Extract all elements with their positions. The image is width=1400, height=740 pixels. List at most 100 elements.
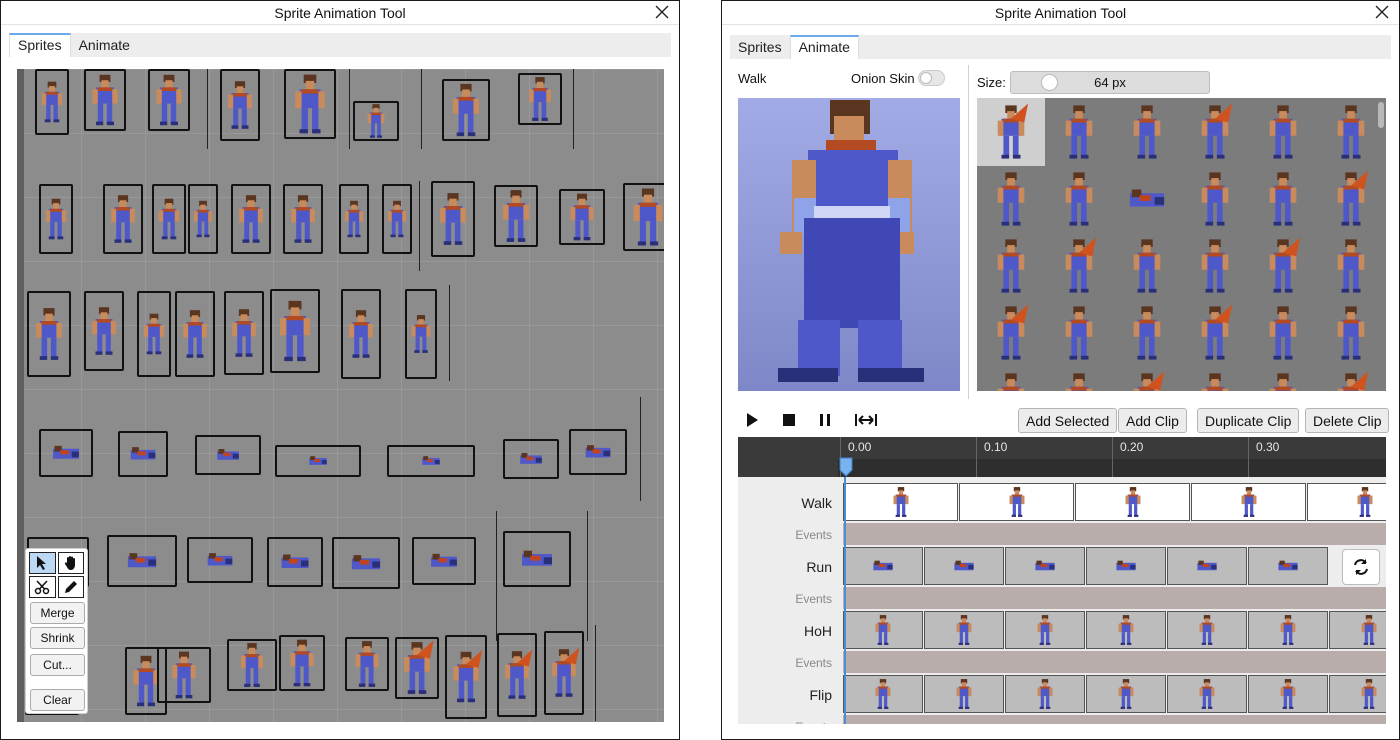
sprite-grid-cell[interactable]: [1249, 165, 1317, 233]
sprite-frame[interactable]: [188, 184, 218, 254]
events-row[interactable]: [843, 587, 1386, 609]
keyframe-clip[interactable]: [1005, 547, 1085, 585]
sprite-frame[interactable]: [353, 101, 399, 141]
keyframe-clip[interactable]: [1248, 547, 1328, 585]
sprite-grid[interactable]: [977, 98, 1386, 391]
sprite-frame[interactable]: [503, 439, 559, 479]
merge-button[interactable]: Merge: [30, 602, 85, 624]
tab-sprites[interactable]: Sprites: [730, 35, 790, 59]
keyframe-clip[interactable]: [1191, 483, 1306, 521]
sprite-grid-cell[interactable]: [1317, 165, 1385, 233]
sprite-frame[interactable]: [494, 185, 538, 247]
pause-button[interactable]: [813, 408, 837, 432]
size-slider[interactable]: 64 px: [1010, 71, 1210, 94]
duplicate-clip-button[interactable]: Duplicate Clip: [1197, 408, 1300, 433]
sprite-frame[interactable]: [270, 289, 320, 373]
sprite-frame[interactable]: [187, 537, 253, 583]
sprite-grid-cell[interactable]: [1249, 299, 1317, 367]
loop-toggle-button[interactable]: [1342, 549, 1380, 585]
timeline-ruler[interactable]: 0.00 0.10 0.20 0.30: [738, 437, 1386, 477]
sprite-frame[interactable]: [84, 69, 126, 131]
sprite-frame[interactable]: [275, 445, 361, 477]
sprite-grid-cell[interactable]: [1181, 98, 1249, 166]
events-row[interactable]: [843, 523, 1386, 545]
keyframe-clip[interactable]: [959, 483, 1074, 521]
playhead-marker-icon[interactable]: [839, 457, 853, 477]
sprite-grid-cell[interactable]: [1317, 98, 1385, 166]
keyframe-clip[interactable]: [843, 547, 923, 585]
sprite-grid-cell[interactable]: [1181, 232, 1249, 300]
keyframe-clip[interactable]: [1075, 483, 1190, 521]
keyframe-clip[interactable]: [1167, 611, 1247, 649]
sprite-frame[interactable]: [39, 429, 93, 477]
sprite-frame[interactable]: [267, 537, 323, 587]
tab-sprites[interactable]: Sprites: [9, 33, 71, 57]
sprite-grid-cell[interactable]: [1317, 299, 1385, 367]
sprite-frame[interactable]: [345, 637, 389, 691]
events-row[interactable]: [843, 651, 1386, 673]
cut-tool-button[interactable]: [29, 576, 56, 598]
pan-tool-button[interactable]: [57, 552, 84, 574]
add-clip-button[interactable]: Add Clip: [1118, 408, 1187, 433]
sprite-grid-cell[interactable]: [1113, 299, 1181, 367]
keyframe-clip[interactable]: [1005, 611, 1085, 649]
keyframe-clip[interactable]: [924, 611, 1004, 649]
close-icon[interactable]: [653, 3, 671, 21]
slider-thumb[interactable]: [1041, 74, 1058, 91]
sprite-grid-cell[interactable]: [977, 299, 1045, 367]
events-row[interactable]: [843, 715, 1386, 724]
sprite-grid-cell[interactable]: [1113, 366, 1181, 391]
sprite-grid-cell[interactable]: [977, 232, 1045, 300]
shrink-button[interactable]: Shrink: [30, 627, 85, 649]
sprite-grid-scrollbar[interactable]: [1378, 102, 1384, 128]
sprite-grid-cell[interactable]: [1113, 232, 1181, 300]
clear-button[interactable]: Clear: [30, 689, 85, 711]
sprite-frame[interactable]: [35, 69, 69, 135]
sprite-grid-cell[interactable]: [1317, 366, 1385, 391]
sprite-frame[interactable]: [84, 291, 124, 371]
delete-clip-button[interactable]: Delete Clip: [1305, 408, 1390, 433]
sprite-frame[interactable]: [445, 635, 487, 719]
sprite-frame[interactable]: [195, 435, 261, 475]
keyframe-clip[interactable]: [1167, 547, 1247, 585]
sprite-frame[interactable]: [332, 537, 400, 589]
sprite-frame[interactable]: [387, 445, 475, 477]
sprite-frame[interactable]: [152, 184, 186, 254]
sprite-grid-cell[interactable]: [1249, 98, 1317, 166]
sprite-frame[interactable]: [412, 537, 476, 585]
sprite-frame[interactable]: [227, 639, 277, 691]
keyframe-clip[interactable]: [1329, 675, 1386, 713]
keyframe-clip[interactable]: [1086, 611, 1166, 649]
close-icon[interactable]: [1373, 3, 1391, 21]
tab-animate[interactable]: Animate: [789, 35, 859, 59]
play-button[interactable]: [740, 408, 764, 432]
sprite-grid-cell[interactable]: [1045, 299, 1113, 367]
add-selected-button[interactable]: Add Selected: [1018, 408, 1118, 433]
sprite-grid-cell[interactable]: [977, 366, 1045, 391]
sprite-frame[interactable]: [559, 189, 605, 245]
sprite-sheet-canvas[interactable]: [17, 69, 664, 722]
sprite-grid-cell[interactable]: [1181, 366, 1249, 391]
keyframe-clip[interactable]: [1307, 483, 1386, 521]
sprite-grid-cell[interactable]: [977, 98, 1045, 166]
keyframe-clip[interactable]: [924, 675, 1004, 713]
sprite-grid-cell[interactable]: [977, 165, 1045, 233]
sprite-frame[interactable]: [442, 79, 490, 141]
sprite-frame[interactable]: [623, 183, 664, 251]
sprite-frame[interactable]: [137, 291, 171, 377]
sprite-grid-cell[interactable]: [1045, 98, 1113, 166]
timeline[interactable]: 0.00 0.10 0.20 0.30 Walk Events Run Events HoH E…: [738, 437, 1386, 724]
sprite-frame[interactable]: [503, 531, 571, 587]
keyframe-clip[interactable]: [924, 547, 1004, 585]
sprite-frame[interactable]: [284, 69, 336, 139]
keyframe-clip[interactable]: [1086, 675, 1166, 713]
track-row[interactable]: [843, 483, 1386, 521]
keyframe-clip[interactable]: [843, 483, 958, 521]
sprite-frame[interactable]: [544, 631, 584, 715]
sprite-grid-cell[interactable]: [1181, 299, 1249, 367]
sprite-grid-cell[interactable]: [1045, 232, 1113, 300]
sprite-frame[interactable]: [518, 73, 562, 125]
track-row[interactable]: [843, 611, 1386, 649]
keyframe-clip[interactable]: [1005, 675, 1085, 713]
sprite-frame[interactable]: [224, 291, 264, 375]
